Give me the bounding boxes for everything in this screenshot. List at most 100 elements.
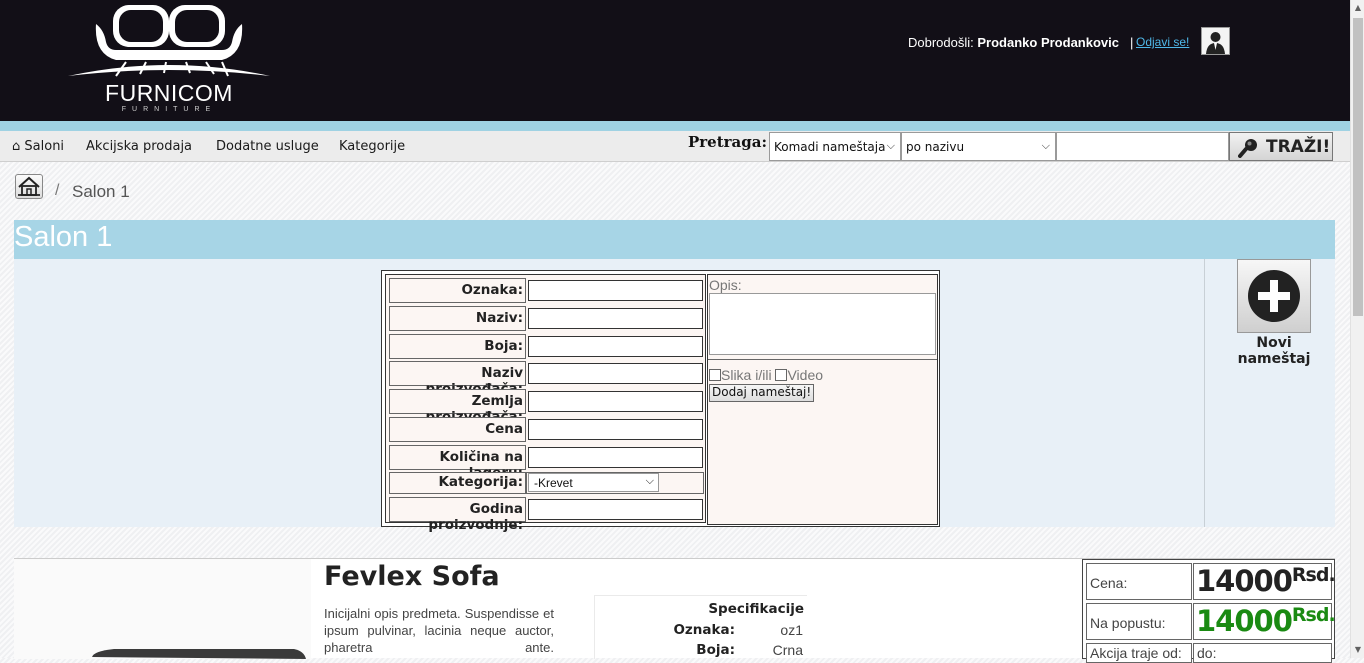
product-description: Inicijalni opis predmeta. Suspendisse et… <box>324 606 554 655</box>
user-avatar-icon[interactable] <box>1201 27 1230 55</box>
opis-label: Opis: <box>709 277 742 293</box>
search-label: Pretraga: <box>688 133 768 151</box>
form-row-cena: Cena <box>389 417 703 442</box>
price-currency: Rsd. <box>1291 564 1336 586</box>
welcome-label: Dobrodošli: <box>908 35 974 50</box>
price-number: 14000 <box>1196 564 1293 598</box>
form-row-godina: Godina proizvodnje: <box>389 497 703 533</box>
form-row-kategorija: Kategorija: -Krevet ⌵ <box>389 472 704 494</box>
discount-value: 14000Rsd. <box>1193 603 1336 640</box>
label-godina: Godina proizvodnje: <box>389 497 526 533</box>
product-card: Fevlex Sofa Inicijalni opis predmeta. Su… <box>14 558 1336 663</box>
search-type-select[interactable]: Komadi nameštaja ⌵ <box>769 132 901 161</box>
nav-item-dodatne-usluge[interactable]: Dodatne usluge <box>216 139 319 154</box>
header-stripe <box>0 121 1350 131</box>
nav-item-saloni[interactable]: ⌂ Saloni <box>12 139 64 154</box>
breadcrumb-separator: / <box>55 182 60 199</box>
slika-checkbox[interactable] <box>709 369 721 381</box>
page-scrollbar[interactable]: ▲ ▼ <box>1350 0 1364 658</box>
search-button[interactable]: TRAŽI! <box>1229 132 1333 161</box>
chevron-down-icon: ⌵ <box>886 139 895 152</box>
scroll-up-icon[interactable]: ▲ <box>1351 0 1364 16</box>
logout-link[interactable]: Odjavi se! <box>1136 35 1189 49</box>
form-row-naziv-proizvodjaca: Naziv proizvođača: <box>389 361 703 397</box>
form-description-panel: Opis: Slika i/ili Video Dodaj nameštaj! <box>707 274 938 525</box>
site-header: FURNICOM FURNITURE Dobrodošli: Prodanko … <box>0 0 1350 121</box>
chevron-down-icon: ⌵ <box>645 475 654 487</box>
user-name: Prodanko Prodankovic <box>977 35 1119 50</box>
chevron-down-icon: ⌵ <box>1041 139 1050 152</box>
add-furniture-button[interactable]: Dodaj nameštaj! <box>709 384 815 402</box>
label-kategorija: Kategorija: <box>389 472 526 494</box>
product-name[interactable]: Fevlex Sofa <box>324 561 500 592</box>
search-by-value: po nazivu <box>906 140 965 154</box>
price-label: Cena: <box>1086 563 1192 600</box>
new-furniture-label: Novi nameštaj <box>1237 335 1311 367</box>
plus-circle-icon <box>1248 270 1300 322</box>
search-input[interactable] <box>1056 132 1229 161</box>
home-button[interactable] <box>15 174 43 199</box>
search-by-select[interactable]: po nazivu ⌵ <box>901 132 1056 161</box>
boja-input[interactable] <box>528 336 703 357</box>
media-checkboxes: Slika i/ili Video <box>709 367 823 383</box>
sofa-image-icon <box>92 649 306 659</box>
page-title-bar: Salon 1 <box>14 220 1335 259</box>
kategorija-value: -Krevet <box>534 476 573 490</box>
furnicom-logo[interactable]: FURNICOM FURNITURE <box>66 2 272 118</box>
discount-label: Na popustu: <box>1086 603 1192 640</box>
specs-title: Specifikacije <box>708 601 804 617</box>
form-row-boja: Boja: <box>389 334 703 359</box>
search-type-value: Komadi nameštaja <box>774 140 886 154</box>
action-to-label: do: <box>1193 643 1332 663</box>
sofa-logo-icon <box>68 5 270 77</box>
welcome-message: Dobrodošli: Prodanko Prodankovic <box>908 35 1119 50</box>
naziv-proizvodjaca-input[interactable] <box>528 363 703 384</box>
discount-currency: Rsd. <box>1291 604 1336 626</box>
cena-input[interactable] <box>528 419 703 440</box>
naziv-input[interactable] <box>528 308 703 329</box>
video-checkbox[interactable] <box>775 369 788 381</box>
page-title: Salon 1 <box>14 221 113 253</box>
godina-input[interactable] <box>528 499 703 520</box>
home-small-icon: ⌂ <box>12 139 21 154</box>
price-value: 14000Rsd. <box>1193 563 1336 600</box>
discount-number: 14000 <box>1196 604 1293 638</box>
panel-divider <box>1204 259 1205 527</box>
zemlja-proizvodjaca-input[interactable] <box>528 391 703 412</box>
new-furniture-button[interactable] <box>1237 259 1311 333</box>
nav-item-akcijska-prodaja[interactable]: Akcijska prodaja <box>86 139 192 154</box>
form-divider <box>708 359 937 360</box>
header-separator: | <box>1130 35 1134 50</box>
label-naziv-proizvodjaca: Naziv proizvođača: <box>389 361 526 397</box>
breadcrumb-current: Salon 1 <box>72 182 130 201</box>
label-zemlja-proizvodjaca: Zemlja proizvođača: <box>389 389 526 425</box>
form-row-naziv: Naziv: <box>389 306 703 331</box>
kolicina-input[interactable] <box>528 447 703 468</box>
add-furniture-panel: Oznaka: Naziv: Boja: Naziv proizvođača: … <box>14 259 1335 533</box>
product-image[interactable] <box>14 559 311 659</box>
slika-label: Slika i/ili <box>721 367 772 383</box>
main-nav: ⌂ Saloni Akcijska prodaja Dodatne usluge… <box>0 131 1350 162</box>
form-row-oznaka: Oznaka: <box>389 278 703 303</box>
oznaka-input[interactable] <box>528 280 703 301</box>
nav-item-kategorije[interactable]: Kategorije <box>339 139 405 154</box>
scroll-down-icon[interactable]: ▼ <box>1351 642 1364 658</box>
logo-text: FURNICOM <box>105 80 233 106</box>
add-furniture-form: Oznaka: Naziv: Boja: Naziv proizvođača: … <box>381 270 940 533</box>
label-kolicina: Količina na lageru: <box>389 445 526 481</box>
house-icon <box>18 176 40 196</box>
kategorija-select[interactable]: -Krevet ⌵ <box>528 473 659 492</box>
video-label: Video <box>787 367 824 383</box>
scrollbar-thumb[interactable] <box>1353 18 1363 316</box>
action-from-label: Akcija traje od: <box>1086 643 1192 663</box>
spec-key: Boja: <box>696 642 735 658</box>
label-naziv: Naziv: <box>389 306 526 331</box>
spec-value: Crna <box>772 642 803 658</box>
label-boja: Boja: <box>389 334 526 359</box>
logo-subtext: FURNITURE <box>121 106 217 113</box>
opis-textarea[interactable] <box>709 293 936 355</box>
form-row-kolicina: Količina na lageru: <box>389 445 703 481</box>
form-fields: Oznaka: Naziv: Boja: Naziv proizvođača: … <box>385 274 706 533</box>
product-specs: Specifikacije Oznaka: oz1 Boja: Crna <box>594 595 807 659</box>
spec-key: Oznaka: <box>673 622 735 638</box>
